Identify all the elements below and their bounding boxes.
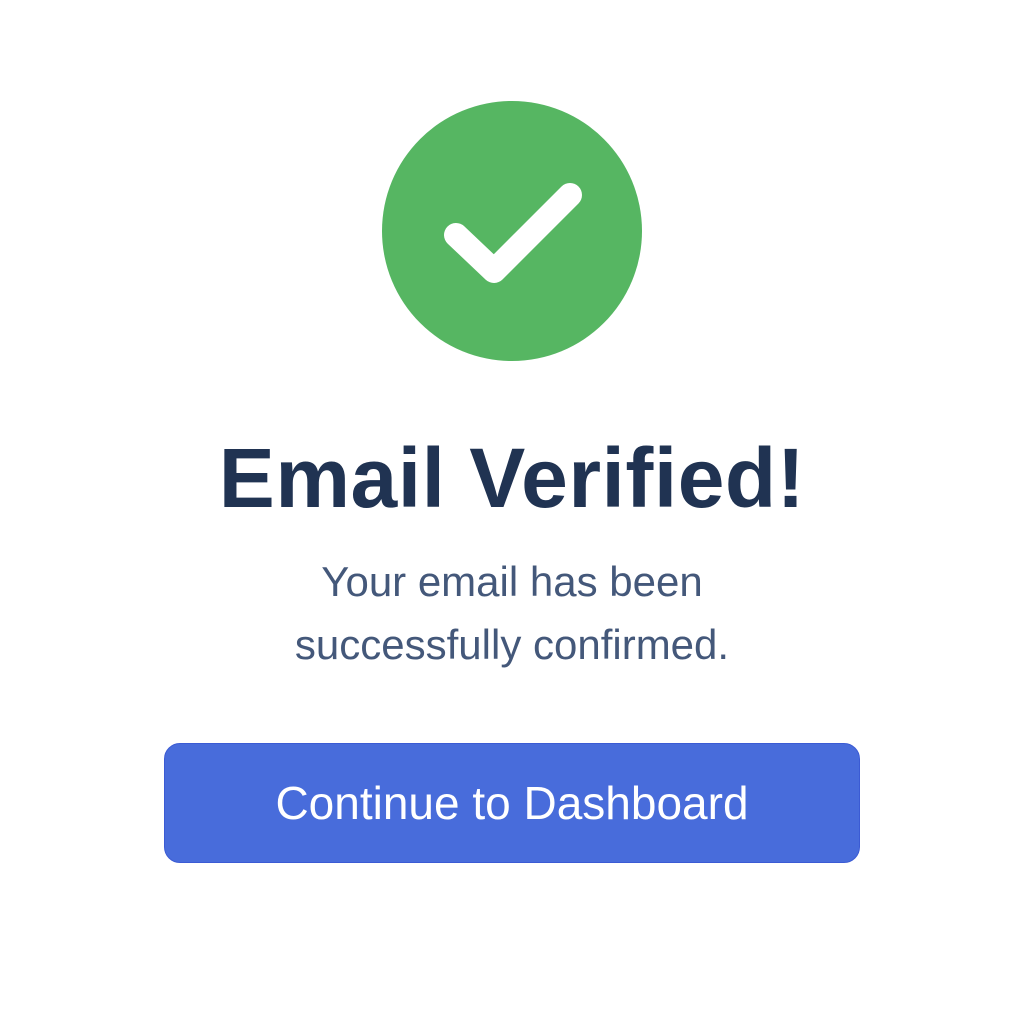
email-verified-page: Email Verified! Your email has been succ… — [0, 0, 1024, 1024]
page-title: Email Verified! — [218, 431, 806, 525]
continue-to-dashboard-button[interactable]: Continue to Dashboard — [164, 743, 860, 863]
success-badge — [382, 101, 642, 361]
confirmation-message-line-2: successfully confirmed. — [294, 621, 730, 668]
checkmark-icon — [444, 183, 582, 283]
confirmation-message-line-1: Your email has been — [321, 558, 703, 605]
confirmation-message: Your email has been successfully confirm… — [212, 550, 812, 676]
